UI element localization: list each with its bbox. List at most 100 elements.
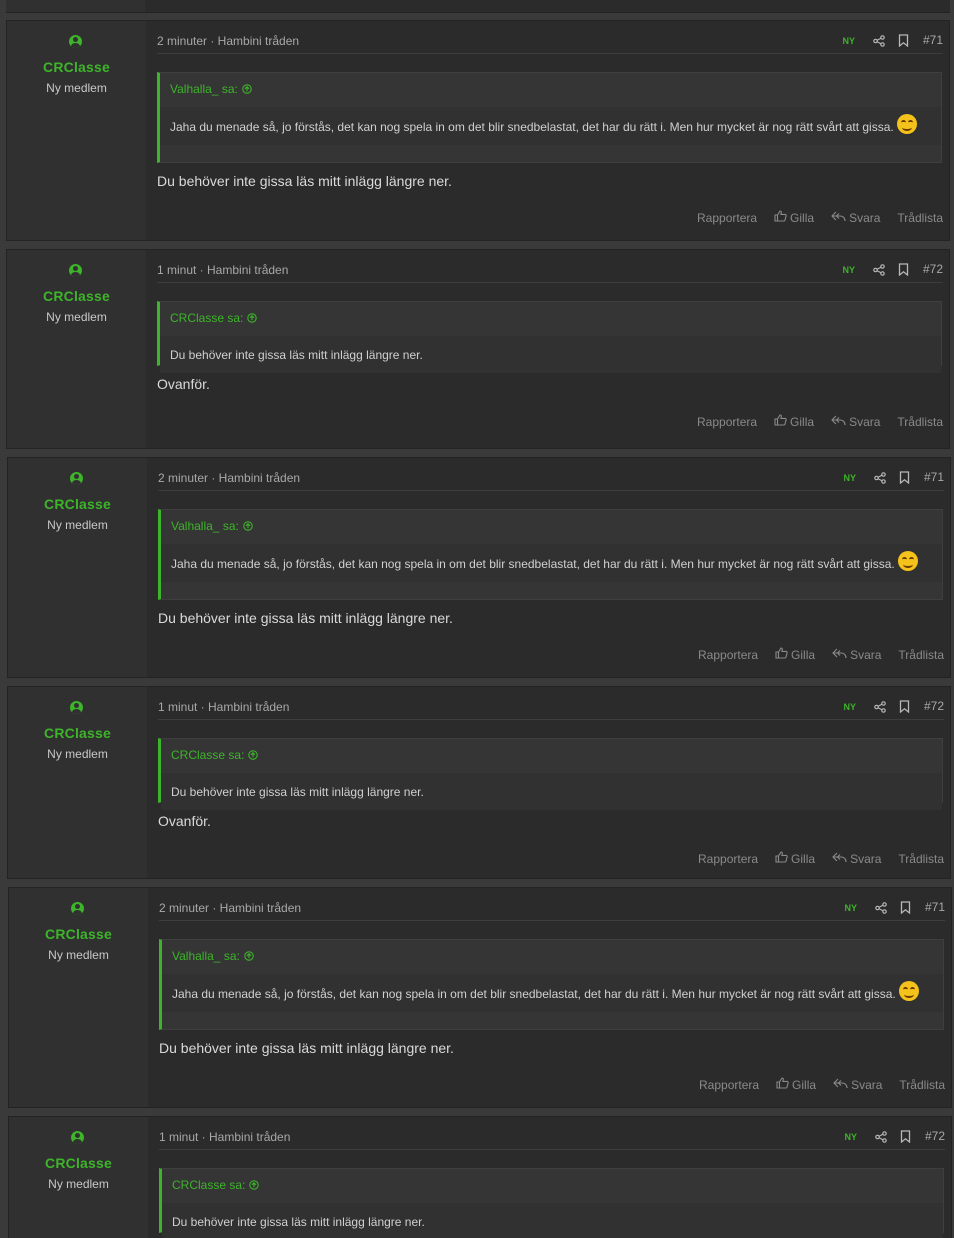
quote-block: Valhalla_ sa: Jaha du menade så, jo först… [157, 72, 942, 163]
bookmark-icon[interactable] [899, 700, 910, 714]
share-icon[interactable] [873, 34, 885, 47]
reply-button[interactable]: Svara [831, 211, 880, 225]
jump-to-quote-icon[interactable] [247, 312, 258, 323]
smiling-face-icon [897, 551, 918, 571]
quote-content: Jaha du menade så, jo förstås, det kan n… [162, 974, 943, 1012]
bookmark-icon[interactable] [899, 471, 910, 485]
quote-author-link[interactable]: Valhalla_ sa: [170, 82, 252, 96]
avatar-icon[interactable] [70, 472, 83, 485]
username-link[interactable]: CRClasse [9, 1155, 148, 1171]
report-link[interactable]: Rapportera [698, 648, 758, 662]
post-number-link[interactable]: #72 [923, 262, 943, 276]
avatar-icon[interactable] [69, 35, 82, 48]
post-main: 1 minut · Hambini tråden NY #72 CRClasse sa… [146, 250, 949, 448]
quote-text: Du behöver inte gissa läs mitt inlägg lä… [171, 785, 424, 799]
report-link[interactable]: Rapportera [697, 211, 757, 225]
bookmark-icon[interactable] [898, 263, 909, 277]
post-meta[interactable]: 2 minuter · Hambini tråden [159, 901, 301, 915]
divider [159, 1149, 945, 1150]
jump-to-quote-icon[interactable] [248, 749, 259, 760]
post-number-link[interactable]: #71 [925, 900, 945, 914]
threadlist-link[interactable]: Trådlista [899, 1078, 945, 1092]
post-card: CRClasse Ny medlem 1 minut · Hambini tråde… [6, 249, 950, 449]
reply-icon [833, 1078, 851, 1092]
username-link[interactable]: CRClasse [7, 59, 146, 75]
thumbs-up-icon [776, 1077, 792, 1092]
jump-to-quote-icon[interactable] [249, 1179, 260, 1190]
post-body: Du behöver inte gissa läs mitt inlägg lä… [159, 1040, 454, 1056]
avatar-icon[interactable] [69, 264, 82, 277]
quote-author-link[interactable]: CRClasse sa: [170, 311, 258, 325]
quote-text: Jaha du menade så, jo förstås, det kan n… [172, 987, 896, 1001]
bookmark-icon[interactable] [898, 34, 909, 48]
quote-author-link[interactable]: Valhalla_ sa: [171, 519, 253, 533]
reply-button[interactable]: Svara [833, 1078, 882, 1092]
reply-button[interactable]: Svara [832, 852, 881, 866]
threadlist-link[interactable]: Trådlista [898, 648, 944, 662]
reply-button[interactable]: Svara [831, 415, 880, 429]
username-link[interactable]: CRClasse [9, 926, 148, 942]
avatar-icon[interactable] [71, 1131, 84, 1144]
post-number-link[interactable]: #72 [924, 699, 944, 713]
quote-author-link[interactable]: Valhalla_ sa: [172, 949, 254, 963]
user-info: CRClasse Ny medlem [7, 21, 146, 240]
smiling-face-icon [896, 114, 917, 134]
username-link[interactable]: CRClasse [7, 288, 146, 304]
user-info: CRClasse Ny medlem [9, 888, 148, 1107]
post-meta[interactable]: 1 minut · Hambini tråden [159, 1130, 290, 1144]
new-badge: NY [843, 473, 856, 483]
like-label: Gilla [790, 414, 815, 429]
user-info: CRClasse Ny medlem [7, 250, 146, 448]
reply-button[interactable]: Svara [832, 648, 881, 662]
post-number-link[interactable]: #71 [923, 33, 943, 47]
like-label: Gilla [792, 1077, 817, 1092]
bookmark-icon[interactable] [900, 901, 911, 915]
post-meta[interactable]: 2 minuter · Hambini tråden [158, 471, 300, 485]
post-actions: Rapportera Gilla Svara Trådlista [680, 414, 943, 429]
post-number-link[interactable]: #71 [924, 470, 944, 484]
divider [158, 719, 944, 720]
report-link[interactable]: Rapportera [699, 1078, 759, 1092]
share-icon[interactable] [875, 1130, 887, 1143]
username-link[interactable]: CRClasse [8, 496, 147, 512]
threadlist-link[interactable]: Trådlista [897, 415, 943, 429]
post-meta[interactable]: 1 minut · Hambini tråden [158, 700, 289, 714]
post-number-link[interactable]: #72 [925, 1129, 945, 1143]
report-link[interactable]: Rapportera [697, 415, 757, 429]
jump-to-quote-icon[interactable] [242, 83, 252, 94]
post-meta[interactable]: 2 minuter · Hambini tråden [157, 34, 299, 48]
quote-author-link[interactable]: CRClasse sa: [171, 748, 259, 762]
reply-label: Svara [851, 1077, 883, 1092]
user-info: CRClasse Ny medlem [8, 687, 147, 878]
avatar-icon[interactable] [70, 701, 83, 714]
quote-content: Du behöver inte gissa läs mitt inlägg lä… [162, 1203, 943, 1238]
jump-to-quote-icon[interactable] [243, 520, 253, 531]
quote-block: CRClasse sa: Du behöver inte gissa läs mi… [159, 1168, 944, 1238]
like-label: Gilla [790, 210, 815, 225]
avatar-icon[interactable] [71, 902, 84, 915]
quote-author: Valhalla_ sa: [171, 519, 239, 533]
user-title: Ny medlem [47, 747, 108, 761]
report-link[interactable]: Rapportera [698, 852, 758, 866]
jump-to-quote-icon[interactable] [244, 950, 254, 961]
threadlist-link[interactable]: Trådlista [898, 852, 944, 866]
share-icon[interactable] [875, 901, 887, 914]
post-body: Ovanför. [158, 813, 211, 829]
like-button[interactable]: Gilla [774, 414, 814, 429]
share-icon[interactable] [874, 471, 886, 484]
like-button[interactable]: Gilla [775, 851, 815, 866]
share-icon[interactable] [873, 263, 885, 276]
post-actions: Rapportera Gilla Svara Trådlista [681, 851, 944, 866]
post-body: Ovanför. [157, 376, 210, 392]
threadlist-link[interactable]: Trådlista [897, 211, 943, 225]
quote-author-link[interactable]: CRClasse sa: [172, 1178, 260, 1192]
post-meta[interactable]: 1 minut · Hambini tråden [157, 263, 288, 277]
reply-label: Svara [849, 210, 881, 225]
like-button[interactable]: Gilla [776, 1077, 816, 1092]
share-icon[interactable] [874, 700, 886, 713]
post-actions: Rapportera Gilla Svara Trådlista [681, 647, 944, 662]
bookmark-icon[interactable] [900, 1130, 911, 1144]
username-link[interactable]: CRClasse [8, 725, 147, 741]
like-button[interactable]: Gilla [774, 210, 814, 225]
like-button[interactable]: Gilla [775, 647, 815, 662]
